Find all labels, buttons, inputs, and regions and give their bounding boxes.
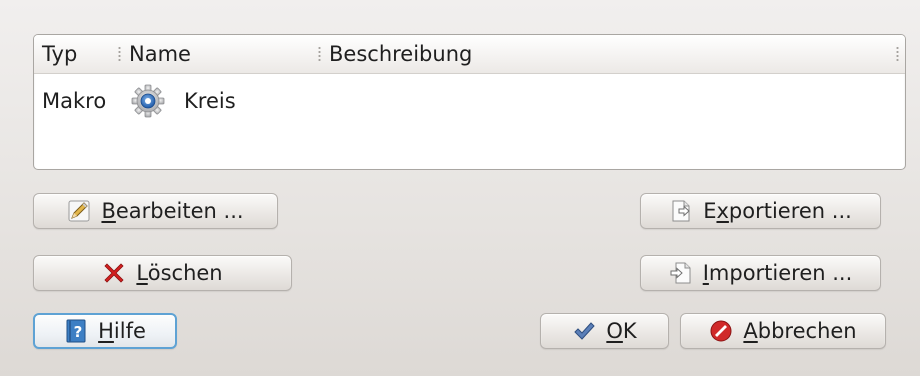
column-header-typ[interactable]: Typ — [42, 35, 77, 73]
export-button[interactable]: Exportieren ... — [640, 193, 881, 229]
ok-button[interactable]: OK — [540, 313, 669, 349]
cancel-icon — [710, 320, 732, 342]
edit-button[interactable]: Bearbeiten ... — [33, 193, 278, 229]
list-header: Typ Name Beschreibung — [34, 35, 905, 74]
column-header-name-label: Name — [129, 42, 191, 66]
ok-button-label: OK — [606, 319, 637, 343]
gear-icon — [131, 84, 165, 118]
export-button-label: Exportieren ... — [703, 199, 852, 223]
help-icon: ? — [66, 319, 86, 343]
edit-button-label: Bearbeiten ... — [101, 199, 244, 223]
svg-text:?: ? — [74, 323, 83, 341]
import-button-label: Importieren ... — [702, 261, 853, 285]
column-resize-handle[interactable] — [896, 46, 899, 62]
list-item-typ: Makro — [42, 89, 107, 113]
edit-pencil-icon — [68, 200, 90, 222]
macro-list[interactable]: Typ Name Beschreibung Makro Kreis — [33, 34, 906, 170]
cancel-button-label: Abbrechen — [743, 319, 857, 343]
help-button[interactable]: ? Hilfe — [33, 313, 177, 349]
column-header-name[interactable]: Name — [119, 35, 191, 73]
column-header-beschreibung[interactable]: Beschreibung — [319, 35, 472, 73]
cancel-button[interactable]: Abbrechen — [680, 313, 886, 349]
delete-button-label: Löschen — [136, 261, 223, 285]
help-button-label: Hilfe — [98, 319, 146, 343]
column-header-beschreibung-label: Beschreibung — [329, 42, 473, 66]
delete-button[interactable]: Löschen — [33, 255, 292, 291]
import-icon — [670, 262, 691, 284]
checkmark-icon — [574, 322, 596, 340]
delete-x-icon — [104, 263, 124, 283]
import-button[interactable]: Importieren ... — [640, 255, 881, 291]
export-icon — [672, 200, 690, 222]
list-item-name: Kreis — [184, 89, 236, 113]
list-item[interactable]: Makro Kreis — [34, 81, 905, 121]
